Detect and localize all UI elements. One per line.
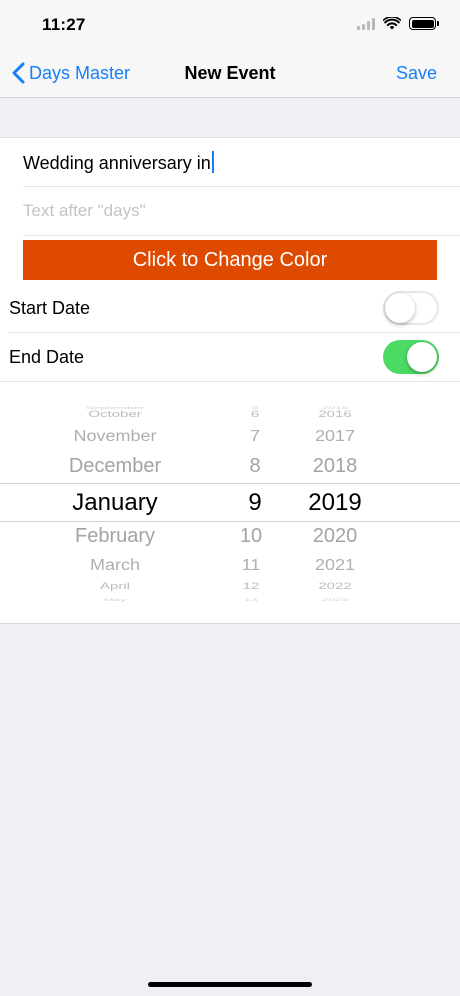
- picker-day-item: 12: [242, 581, 260, 592]
- picker-day-item: 6: [250, 409, 260, 420]
- picker-day-selected: 9: [248, 489, 262, 516]
- picker-year-item: 2018: [312, 455, 358, 477]
- text-cursor: [211, 151, 214, 173]
- picker-year-item: 2020: [312, 525, 358, 547]
- suffix-text-input[interactable]: Text after "days": [23, 201, 146, 221]
- start-date-switch[interactable]: [383, 291, 439, 325]
- battery-icon: [409, 17, 439, 30]
- cellular-signal-icon: [357, 17, 375, 30]
- month-wheel[interactable]: September October November December Janu…: [40, 403, 190, 603]
- start-date-row: Start Date: [0, 284, 460, 333]
- event-title-input[interactable]: Wedding anniversary in: [23, 151, 214, 174]
- status-icons: [357, 17, 439, 30]
- picker-month-item: February: [74, 525, 156, 547]
- day-wheel[interactable]: 5 6 7 8 9 10 11 12 13: [220, 403, 290, 603]
- picker-day-item: 10: [239, 525, 263, 547]
- home-indicator[interactable]: [148, 982, 312, 987]
- picker-month-item: October: [88, 409, 142, 420]
- status-bar: 11:27: [0, 0, 460, 50]
- title-row[interactable]: Wedding anniversary in: [0, 138, 460, 187]
- event-title-text: Wedding anniversary in: [23, 153, 211, 173]
- picker-month-item: December: [68, 455, 162, 477]
- end-date-label: End Date: [9, 347, 85, 367]
- suffix-row[interactable]: Text after "days": [0, 187, 460, 236]
- start-date-label: Start Date: [9, 298, 91, 318]
- picker-year-item: 2021: [314, 556, 356, 574]
- picker-day-item: 7: [249, 427, 260, 445]
- event-form: Wedding anniversary in Text after "days"…: [0, 137, 460, 624]
- picker-year-item: 2017: [314, 427, 356, 445]
- page-title: New Event: [184, 63, 276, 83]
- save-button[interactable]: Save: [396, 63, 437, 84]
- picker-month-item: March: [89, 556, 140, 574]
- picker-month-item: November: [73, 427, 157, 445]
- picker-year-selected: 2019: [308, 489, 362, 516]
- navigation-bar: Days Master New Event Save: [0, 50, 460, 98]
- picker-year-item: 2022: [318, 581, 352, 592]
- end-date-switch[interactable]: [383, 340, 439, 374]
- picker-year-item: 2016: [318, 409, 352, 420]
- date-picker[interactable]: September October November December Janu…: [0, 403, 460, 603]
- picker-month-item: April: [99, 581, 130, 592]
- picker-day-item: 8: [249, 455, 261, 477]
- picker-month-selected: January: [72, 489, 158, 516]
- status-time: 11:27: [42, 15, 86, 34]
- wifi-icon: [383, 17, 401, 30]
- picker-day-item: 13: [244, 597, 258, 603]
- picker-month-item: May: [103, 597, 127, 603]
- picker-year-item: 2023: [321, 597, 349, 603]
- end-date-row: End Date: [0, 333, 460, 382]
- picker-day-item: 11: [241, 556, 261, 574]
- change-color-button[interactable]: Click to Change Color: [23, 240, 437, 280]
- year-wheel[interactable]: 2015 2016 2017 2018 2019 2020 2021 2022 …: [290, 403, 380, 603]
